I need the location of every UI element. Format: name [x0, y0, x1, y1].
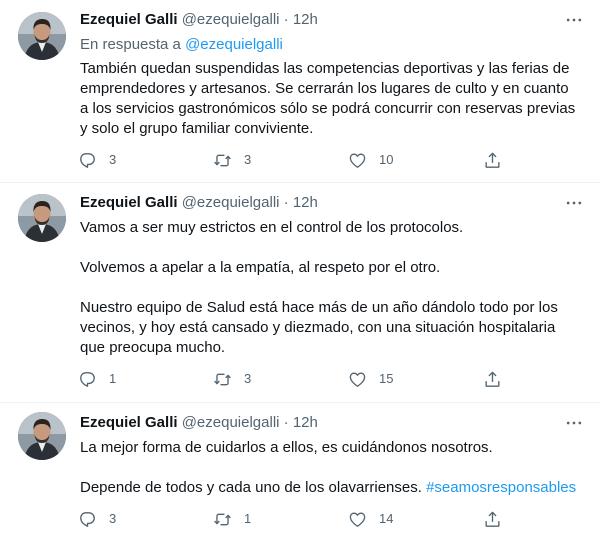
- reply-count: 3: [109, 511, 117, 526]
- tweet-paragraph-text: Depende de todos y cada uno de los olava…: [80, 479, 427, 496]
- separator: ·: [283, 11, 289, 28]
- tweet-header: Ezequiel Galli @ezequielgalli · 12h: [80, 10, 318, 30]
- tweet[interactable]: Ezequiel Galli @ezequielgalli · 12h Vamo…: [0, 183, 600, 403]
- author-handle[interactable]: @ezequielgalli: [182, 11, 280, 28]
- tweet[interactable]: Ezequiel Galli @ezequielgalli · 12h En r…: [0, 0, 600, 183]
- tweet-actions: 1 3 15: [0, 369, 600, 389]
- reply-icon: [80, 152, 95, 168]
- retweet-button[interactable]: 3: [213, 369, 251, 389]
- author-name[interactable]: Ezequiel Galli: [80, 194, 178, 211]
- like-count: 15: [379, 371, 394, 386]
- retweet-icon: [213, 513, 232, 525]
- heart-icon: [349, 152, 366, 168]
- tweet-paragraph: La mejor forma de cuidarlos a ellos, es …: [80, 439, 493, 456]
- timestamp[interactable]: 12h: [293, 414, 318, 431]
- author-name[interactable]: Ezequiel Galli: [80, 414, 178, 431]
- tweet-header: Ezequiel Galli @ezequielgalli · 12h: [80, 193, 318, 213]
- separator: ·: [283, 414, 289, 431]
- more-icon[interactable]: [564, 413, 584, 433]
- tweet-paragraph: Volvemos a apelar a la empatía, al respe…: [80, 259, 441, 276]
- tweet-text: La mejor forma de cuidarlos a ellos, es …: [80, 438, 580, 498]
- more-icon[interactable]: [564, 193, 584, 213]
- retweet-button[interactable]: 1: [213, 509, 251, 529]
- reply-handle-link[interactable]: @ezequielgalli: [185, 36, 283, 53]
- avatar[interactable]: [18, 194, 66, 242]
- reply-icon: [80, 371, 95, 387]
- tweet-actions: 3 3 10: [0, 150, 600, 170]
- author-handle[interactable]: @ezequielgalli: [182, 414, 280, 431]
- retweet-icon: [213, 154, 232, 166]
- tweet-actions: 3 1 14: [0, 509, 600, 529]
- heart-icon: [349, 371, 366, 387]
- like-count: 14: [379, 511, 394, 526]
- tweet-text: También quedan suspendidas las competenc…: [80, 59, 580, 139]
- reply-button[interactable]: 3: [78, 150, 116, 170]
- timestamp[interactable]: 12h: [293, 11, 318, 28]
- like-button[interactable]: 15: [348, 369, 393, 389]
- reply-icon: [80, 511, 95, 527]
- more-icon[interactable]: [564, 10, 584, 30]
- reply-prefix: En respuesta a: [80, 36, 186, 53]
- separator: ·: [283, 194, 289, 211]
- heart-icon: [349, 511, 366, 527]
- avatar[interactable]: [18, 412, 66, 460]
- tweet[interactable]: Ezequiel Galli @ezequielgalli · 12h La m…: [0, 403, 600, 544]
- reply-context: En respuesta a @ezequielgalli: [80, 35, 283, 55]
- tweet-paragraph: También quedan suspendidas las competenc…: [80, 60, 576, 137]
- hashtag-link[interactable]: #seamosresponsables: [426, 479, 576, 496]
- reply-button[interactable]: 3: [78, 509, 116, 529]
- reply-count: 3: [109, 152, 117, 167]
- retweet-icon: [213, 373, 232, 385]
- author-handle[interactable]: @ezequielgalli: [182, 194, 280, 211]
- timestamp[interactable]: 12h: [293, 194, 318, 211]
- tweet-paragraph: Nuestro equipo de Salud está hace más de…: [80, 299, 558, 356]
- avatar[interactable]: [18, 12, 66, 60]
- share-button[interactable]: [483, 150, 502, 170]
- tweet-text: Vamos a ser muy estrictos en el control …: [80, 218, 580, 358]
- share-button[interactable]: [483, 369, 502, 389]
- retweet-count: 1: [244, 511, 252, 526]
- tweet-paragraph: Vamos a ser muy estrictos en el control …: [80, 219, 464, 236]
- retweet-button[interactable]: 3: [213, 150, 251, 170]
- like-count: 10: [379, 152, 394, 167]
- reply-count: 1: [109, 371, 117, 386]
- retweet-count: 3: [244, 152, 252, 167]
- share-icon: [485, 152, 500, 168]
- reply-button[interactable]: 1: [78, 369, 116, 389]
- share-icon: [485, 371, 500, 387]
- author-name[interactable]: Ezequiel Galli: [80, 11, 178, 28]
- like-button[interactable]: 14: [348, 509, 393, 529]
- share-button[interactable]: [483, 509, 502, 529]
- like-button[interactable]: 10: [348, 150, 393, 170]
- share-icon: [485, 511, 500, 527]
- tweet-header: Ezequiel Galli @ezequielgalli · 12h: [80, 413, 318, 433]
- tweet-paragraph: Depende de todos y cada uno de los olava…: [80, 478, 580, 498]
- retweet-count: 3: [244, 371, 252, 386]
